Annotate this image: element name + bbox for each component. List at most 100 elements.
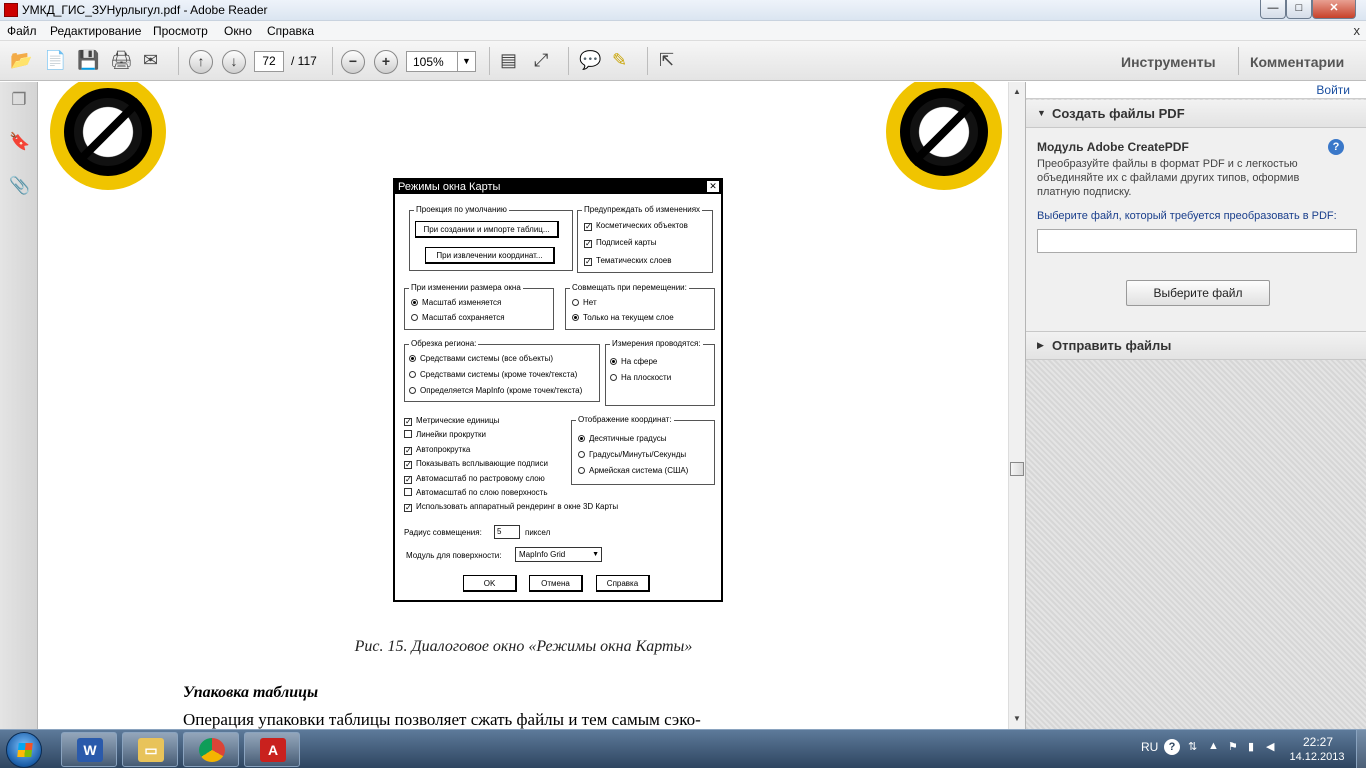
menu-edit[interactable]: Редактирование (50, 24, 141, 38)
save-icon[interactable]: 💾 (77, 49, 99, 71)
vertical-scrollbar[interactable]: ▲ ▼ (1008, 82, 1025, 729)
create-pdf-header[interactable]: ▼ Создать файлы PDF (1026, 100, 1366, 128)
tools-panel: Войти ▼ Создать файлы PDF Модуль Adobe C… (1025, 82, 1366, 729)
fit-width-icon[interactable]: ⤢ (534, 49, 548, 71)
projection-create-button: При создании и импорте таблиц... (415, 221, 559, 238)
group-legend: Предупреждать об изменениях (582, 205, 703, 214)
taskbar-adobe-reader[interactable]: A (244, 732, 300, 767)
attachment-icon[interactable]: 📎 (9, 176, 30, 198)
clock-date[interactable]: 14.12.2013 (1284, 751, 1350, 763)
dialog-ok-button: OK (463, 575, 517, 592)
option-label: Нет (583, 298, 597, 307)
watermark-stamp[interactable] (50, 82, 166, 190)
checkbox-raster-autoscale: ✓ Автомасштаб по растровому слою (404, 474, 545, 484)
snap-radius-label: Радиус совмещения: (404, 528, 482, 537)
toolbar: 📂 📄 💾 🖨 ✉ ↑ ↓ 72 / 117 − + 105% ▼ ▤ ⤢ 💬 … (0, 41, 1366, 81)
start-button[interactable] (6, 732, 42, 768)
volume-icon[interactable]: ◀ (1266, 740, 1274, 753)
file-path-input[interactable] (1037, 229, 1357, 253)
power-icon[interactable]: ▮ (1248, 740, 1254, 753)
fit-page-icon[interactable]: ▤ (500, 49, 517, 71)
option-label: Метрические единицы (416, 416, 500, 425)
email-icon[interactable]: ✉ (143, 49, 158, 71)
comment-icon[interactable]: 💬 (579, 49, 601, 71)
menu-window[interactable]: Окно (224, 24, 252, 38)
windows-logo-icon (17, 743, 33, 757)
full-screen-icon[interactable]: ⇱ (659, 49, 674, 71)
show-desktop-button[interactable] (1356, 730, 1366, 768)
document-view[interactable]: Режимы окна Карты ✕ Проекция по умолчани… (39, 82, 1008, 729)
help-icon[interactable]: ? (1328, 139, 1344, 155)
chrome-icon (199, 738, 225, 762)
minimize-button[interactable]: — (1260, 0, 1286, 19)
dialog-help-button: Справка (596, 575, 650, 592)
taskbar-word[interactable]: W (61, 732, 117, 767)
next-page-button[interactable]: ↓ (222, 50, 246, 74)
section-title: Создать файлы PDF (1052, 106, 1185, 121)
zoom-in-button[interactable]: + (374, 50, 398, 74)
snap-radius-unit: пиксел (525, 528, 551, 537)
radio-scale-kept: Масштаб сохраняется (411, 313, 505, 322)
option-label: Тематических слоев (596, 256, 672, 265)
watermark-stamp[interactable] (886, 82, 1002, 190)
checkbox-hardware-render: ✓ Использовать аппаратный рендеринг в окн… (404, 502, 619, 512)
group-warn-changes: Предупреждать об изменениях ✓ Косметическ… (577, 205, 713, 273)
bookmark-icon[interactable]: 🔖 (9, 132, 30, 154)
print-icon[interactable]: 🖨 (110, 49, 133, 71)
option-label: Масштаб изменяется (422, 298, 502, 307)
scroll-up-icon[interactable]: ▲ (1009, 84, 1025, 100)
body-paragraph: Операция упаковки таблицы позволяет сжат… (183, 710, 701, 729)
pages-icon[interactable]: ❐ (9, 90, 29, 112)
window-title: УМКД_ГИС_ЗУНурлыгул.pdf - Adobe Reader (22, 3, 268, 17)
menu-file[interactable]: Файл (7, 24, 37, 38)
chevron-down-icon[interactable]: ▼ (457, 52, 475, 71)
group-clip-region: Обрезка региона: Средствами системы (все… (404, 339, 600, 402)
toolbar-separator (332, 47, 333, 75)
taskbar-explorer[interactable]: ▭ (122, 732, 178, 767)
option-label: На сфере (621, 357, 658, 366)
radio-dms: Градусы/Минуты/Секунды (578, 450, 686, 459)
network-icon[interactable]: ⇅ (1188, 740, 1197, 753)
clock-time[interactable]: 22:27 (1292, 735, 1344, 749)
radio-clip-except: Средствами системы (кроме точек/текста) (409, 370, 577, 379)
highlight-icon[interactable]: ✎ (612, 49, 627, 71)
taskbar-chrome[interactable] (183, 732, 239, 767)
signin-bar: Войти (1026, 82, 1366, 99)
page-number-input[interactable]: 72 (254, 51, 284, 72)
scroll-thumb[interactable] (1010, 462, 1024, 476)
surface-module-select: MapInfo Grid ▼ (515, 547, 602, 562)
zoom-out-button[interactable]: − (341, 50, 365, 74)
choose-file-button[interactable]: Выберите файл (1126, 280, 1270, 306)
taskbar: W ▭ A RU ? ⇅ ▲ ⚑ ▮ ◀ 22:27 14.12.2013 (0, 729, 1366, 768)
menu-view[interactable]: Просмотр (153, 24, 208, 38)
projection-extract-button: При извлечении координат... (425, 247, 555, 264)
zoom-select[interactable]: 105% ▼ (406, 51, 476, 72)
maximize-button[interactable]: □ (1286, 0, 1312, 19)
language-indicator[interactable]: RU (1141, 740, 1158, 754)
group-align-move: Совмещать при перемещении: Нет Только на… (565, 283, 715, 330)
action-center-icon[interactable]: ⚑ (1228, 740, 1238, 753)
create-pdf-icon[interactable]: 📄 (44, 49, 66, 71)
group-legend: Проекция по умолчанию (414, 205, 509, 214)
open-file-icon[interactable]: 📂 (10, 49, 32, 71)
radio-decimal-degrees: Десятичные градусы (578, 434, 666, 443)
send-files-header[interactable]: ▶ Отправить файлы (1026, 332, 1366, 360)
tab-comments[interactable]: Комментарии (1250, 54, 1344, 70)
mapinfo-dialog-figure: Режимы окна Карты ✕ Проекция по умолчани… (393, 178, 723, 602)
surface-module-label: Модуль для поверхности: (406, 551, 502, 560)
menu-help[interactable]: Справка (267, 24, 314, 38)
help-icon[interactable]: ? (1164, 739, 1180, 755)
scroll-down-icon[interactable]: ▼ (1009, 711, 1025, 727)
signin-link[interactable]: Войти (1316, 83, 1350, 97)
tab-tools[interactable]: Инструменты (1121, 54, 1216, 70)
group-projection: Проекция по умолчанию При создании и имп… (409, 205, 573, 271)
group-legend: Измерения проводятся: (610, 339, 703, 348)
close-button[interactable]: ✕ (1312, 0, 1356, 19)
show-hidden-icons-icon[interactable]: ▲ (1208, 740, 1219, 752)
explorer-icon: ▭ (138, 738, 164, 762)
checkbox-metric-units: ✓ Метрические единицы (404, 416, 500, 426)
tab-divider (1238, 47, 1239, 75)
previous-page-button[interactable]: ↑ (189, 50, 213, 74)
close-document-icon[interactable]: x (1354, 23, 1361, 38)
option-label: Косметических объектов (596, 221, 688, 230)
